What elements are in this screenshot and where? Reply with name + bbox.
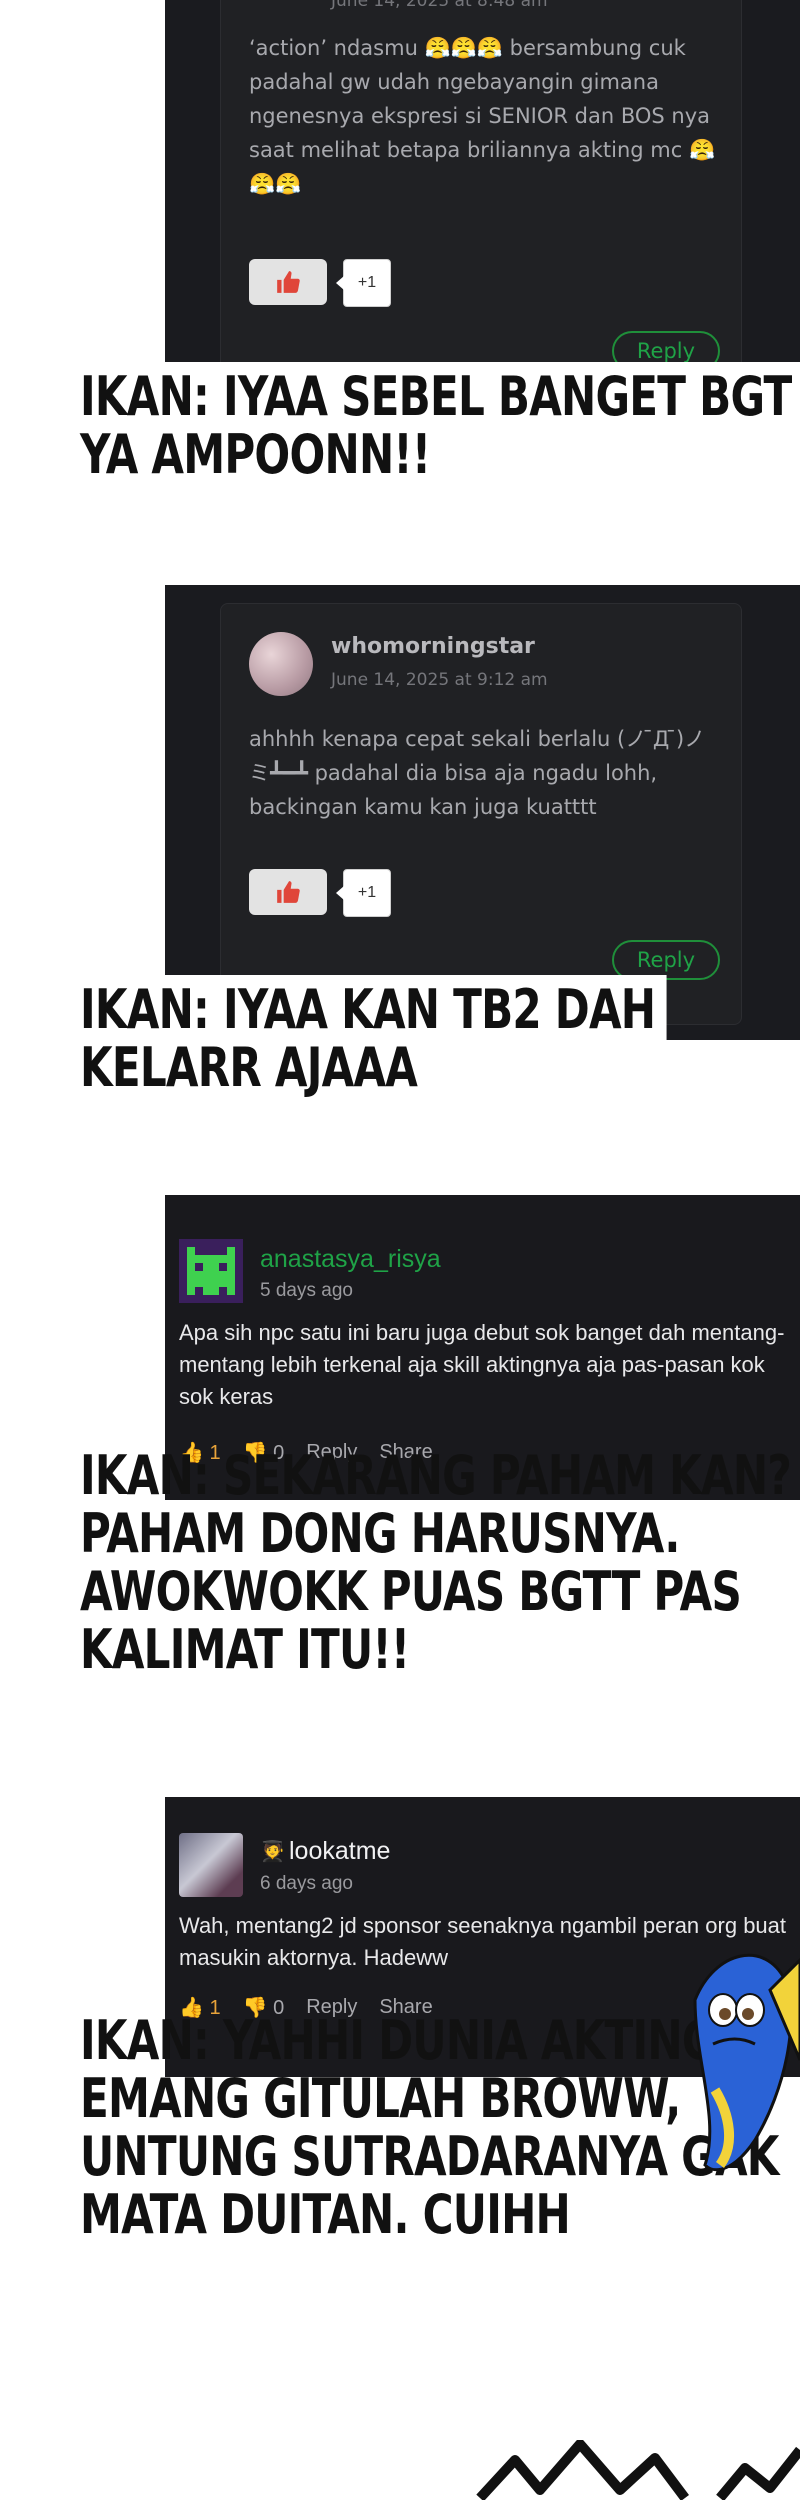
caption-4: IKAN: YAHHI DUNIA AKTING EMANG GITULAH B… [80, 2009, 779, 2246]
caption-3: IKAN: SEKARANG PAHAM KAN? PAHAM DONG HAR… [80, 1444, 792, 1681]
comment-text: ‘action’ ndasmu 😤😤😤 bersambung cuk padah… [249, 36, 716, 196]
thumbs-up-icon [277, 271, 300, 293]
comment-time: 5 days ago [260, 1280, 353, 1301]
avatar [179, 1239, 243, 1303]
comment-text: Apa sih npc satu ini baru juga debut sok… [179, 1320, 785, 1409]
pixel-monster-icon [187, 1247, 235, 1295]
avatar [249, 632, 313, 696]
comment-text: ahhhh kenapa cepat sekali berlalu (ノ ̄Д … [249, 727, 706, 819]
vote-count: +1 [336, 869, 391, 917]
comment-card-2: whomorningstar June 14, 2025 at 9:12 am … [220, 603, 742, 1025]
comment-date: June 14, 2025 at 8:48 am [331, 0, 548, 11]
comment-panel-2: whomorningstar June 14, 2025 at 9:12 am … [165, 585, 800, 1040]
caption-1: IKAN: IYAA SEBEL BANGET BGT YA AMPOONN!! [80, 362, 800, 492]
like-button[interactable] [249, 869, 327, 915]
vote-count: +1 [336, 259, 391, 307]
caption-2: IKAN: IYAA KAN TB2 DAH KELARR AJAAA [80, 975, 667, 1105]
crown-doodle-decoration [476, 2440, 800, 2500]
comment-username[interactable]: whomorningstar [331, 634, 535, 659]
comment-date: June 14, 2025 at 9:12 am [331, 670, 548, 690]
comment-time: 6 days ago [260, 1873, 353, 1894]
fish-character-illustration [693, 1953, 800, 2172]
like-button[interactable] [249, 259, 327, 305]
thumbs-up-icon [277, 881, 300, 903]
avatar [179, 1833, 243, 1897]
reply-button[interactable]: Reply [612, 940, 720, 980]
user-badge-icon: 🧑‍🎓 [260, 1841, 285, 1863]
comment-username[interactable]: lookatme [289, 1837, 390, 1866]
comment-card-1: June 14, 2025 at 8:48 am ‘action’ ndasmu… [220, 0, 742, 420]
comment-username[interactable]: anastasya_risya [260, 1245, 441, 1274]
